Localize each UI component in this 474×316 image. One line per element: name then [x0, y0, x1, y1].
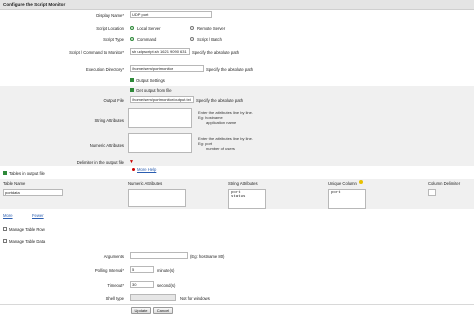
table-string-textarea[interactable]: port status [228, 189, 266, 209]
col-numeric-attributes: Numeric Attributes [128, 181, 163, 186]
manage-row-checkbox[interactable] [3, 227, 7, 231]
output-file-hint: Specify the absolute path [196, 98, 244, 103]
script-type-label: Script Type [103, 37, 124, 42]
display-name-label: Display Name* [96, 13, 124, 18]
get-output-label: Get output from file [136, 88, 172, 93]
shell-type-hint: Not for windows [180, 296, 210, 301]
script-location-label: Script Location [96, 26, 124, 31]
timeout-unit: second(s) [157, 283, 176, 288]
table-name-input[interactable]: portdata [3, 189, 63, 196]
command-label: Command [137, 37, 157, 42]
shell-type-input[interactable] [130, 294, 176, 301]
numeric-attributes-textarea[interactable] [128, 133, 192, 153]
table-delimiter-input[interactable] [428, 189, 436, 196]
table-unique-textarea[interactable]: port [328, 189, 366, 209]
radio-remote-server[interactable] [190, 26, 194, 30]
numeric-attributes-hint: Enter the attributes line by line. Eg: p… [198, 136, 253, 151]
delimiter-required-marker: ▼ [129, 159, 134, 165]
string-attributes-hint: Enter the attributes line by line. Eg: h… [198, 110, 253, 125]
fewer-link[interactable]: Fewer [32, 213, 44, 218]
col-column-delimiter: Column Delimiter [428, 181, 461, 186]
exec-dir-label: Execution Directory* [86, 67, 124, 72]
radio-local-server[interactable] [130, 26, 134, 30]
manage-data-label: Manage Table Data [9, 239, 46, 244]
more-link[interactable]: More [3, 213, 13, 218]
remote-server-label: Remote Server [197, 26, 226, 31]
output-settings-label: Output Settings [136, 78, 165, 83]
more-help-icon [132, 168, 135, 171]
tables-checkbox[interactable] [3, 171, 7, 175]
polling-unit: minute(s) [157, 268, 175, 273]
string-attributes-label: String Attributes [94, 118, 124, 123]
radio-command[interactable] [130, 37, 134, 41]
polling-input[interactable]: 5 [130, 266, 154, 273]
numeric-attributes-label: Numeric Attributes [89, 143, 124, 148]
shell-type-label: Shell type [105, 296, 124, 301]
col-unique-column: Unique Column [328, 181, 357, 186]
manage-row-label: Manage Table Row [9, 227, 45, 232]
get-output-checkbox[interactable] [130, 88, 134, 92]
script-command-input[interactable]: sh udpscript.sh 1621 9090 631 [130, 48, 190, 55]
more-help-link[interactable]: More Help [137, 167, 156, 172]
script-batch-label: Script / Batch [197, 37, 222, 42]
delimiter-label: Delimiter in the output file [76, 160, 124, 165]
arguments-input[interactable] [130, 252, 188, 259]
local-server-label: Local Server [137, 26, 161, 31]
footer-divider [0, 304, 474, 305]
display-name-input[interactable]: UDP port [130, 11, 212, 18]
output-file-input[interactable]: /home/sem/portmonitor/output.txt [130, 96, 194, 103]
radio-script-batch[interactable] [190, 37, 194, 41]
exec-dir-input[interactable]: /home/sem/portmonitor [130, 65, 204, 72]
output-file-label: Output File [103, 98, 124, 103]
string-attributes-textarea[interactable] [128, 108, 192, 128]
page-title: Configure the Script Monitor [3, 2, 66, 7]
col-table-name: Table Name [3, 181, 26, 186]
manage-data-checkbox[interactable] [3, 239, 7, 243]
script-command-hint: Specify the absolute path [192, 50, 240, 55]
script-command-label: Script / Command to Monitor* [69, 50, 124, 55]
table-numeric-textarea[interactable] [128, 189, 186, 207]
output-settings-checkbox[interactable] [130, 78, 134, 82]
polling-label: Polling Interval* [94, 268, 124, 273]
update-button[interactable]: Update [131, 307, 151, 314]
arguments-label: Arguments [103, 254, 124, 259]
help-icon[interactable] [359, 180, 363, 184]
timeout-input[interactable]: 30 [130, 281, 154, 288]
timeout-label: Timeout* [107, 283, 124, 288]
exec-dir-hint: Specify the absolute path [206, 67, 254, 72]
tables-label: Tables in output file [9, 171, 45, 176]
page-header: Configure the Script Monitor [0, 0, 474, 10]
arguments-hint: (Eg: hostname 80) [190, 254, 225, 259]
cancel-button[interactable]: Cancel [153, 307, 173, 314]
col-string-attributes: String Attributes [228, 181, 258, 186]
